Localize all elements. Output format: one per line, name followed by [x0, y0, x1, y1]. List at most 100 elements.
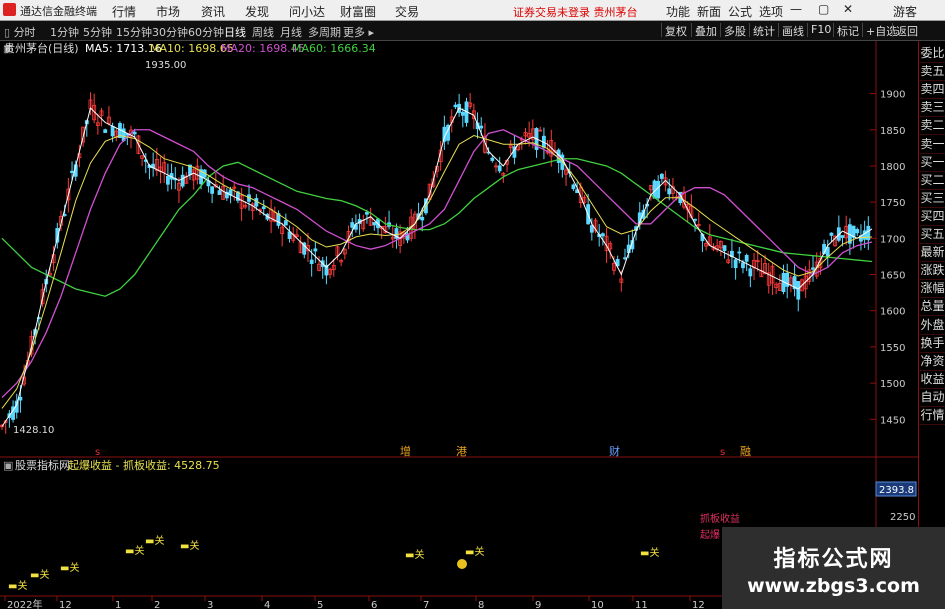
toolbar-mark-button[interactable]: 标记: [833, 23, 862, 38]
menu-item-options[interactable]: 选项: [759, 3, 783, 20]
indicator-signal: ▬关: [30, 568, 49, 581]
candle-body: [350, 222, 355, 228]
period-tab-more[interactable]: 更多 ▸: [343, 24, 374, 40]
toolbar-overlay-button[interactable]: 叠加: [691, 23, 720, 38]
candle-body: [18, 396, 23, 401]
price-tick-label: 1600: [880, 307, 905, 318]
indicator-signal-dot: [457, 559, 467, 569]
side-panel-item[interactable]: 收益: [920, 371, 945, 389]
indicator-signal: ▬关: [465, 545, 484, 558]
toolbar-multi-stock-button[interactable]: 多股: [720, 23, 749, 38]
side-panel-item[interactable]: 行情: [920, 407, 945, 425]
watermark: 指标公式网 www.zbgs3.com: [722, 527, 945, 609]
time-tick-label: 3: [207, 600, 213, 609]
side-panel-item[interactable]: 委比: [920, 45, 945, 63]
price-tick-label: 1850: [880, 126, 905, 137]
period-tab-monthly[interactable]: 月线: [280, 24, 302, 40]
candle-body: [490, 157, 495, 161]
menu-item-new-page[interactable]: 新面: [697, 3, 721, 20]
side-panel-item[interactable]: 买二: [920, 172, 945, 190]
toolbar-back-button[interactable]: 返回: [892, 23, 921, 38]
menu-item-trade[interactable]: 交易: [395, 3, 419, 20]
candle-body: [210, 186, 215, 194]
candle-body: [829, 232, 834, 236]
side-panel-item[interactable]: 卖一: [920, 136, 945, 154]
side-panel-item[interactable]: 自动: [920, 389, 945, 407]
candle-body: [796, 281, 801, 300]
side-panel-item[interactable]: 卖二: [920, 117, 945, 136]
candle-body: [313, 248, 318, 252]
toolbar-stats-button[interactable]: 统计: [749, 23, 778, 38]
maximize-icon[interactable]: ▢: [818, 2, 829, 16]
side-panel-item[interactable]: 买三: [920, 190, 945, 208]
chart-grid: [870, 93, 876, 420]
period-tab-60min[interactable]: 60分钟: [188, 24, 224, 40]
app-logo-icon: [3, 3, 16, 16]
candle-body: [737, 251, 742, 254]
candle-body: [855, 229, 860, 234]
close-icon[interactable]: ✕: [843, 2, 853, 16]
indicator-name: 股票指标网: [15, 458, 70, 472]
side-panel-item[interactable]: 买一: [920, 154, 945, 172]
event-marker-s1: s: [95, 447, 100, 458]
user-guest[interactable]: 游客: [893, 3, 917, 20]
period-tab-5min[interactable]: 5分钟: [83, 24, 112, 40]
price-tick-label: 1800: [880, 162, 905, 173]
side-panel-item[interactable]: 最新: [920, 244, 945, 263]
event-marker-gang: 港: [456, 445, 467, 458]
watermark-url: www.zbgs3.com: [747, 575, 920, 597]
time-tick-label: 4: [264, 600, 270, 609]
candle-body: [110, 125, 115, 137]
toolbar-draw-button[interactable]: 画线: [778, 23, 807, 38]
menu-item-market[interactable]: 市场: [156, 3, 180, 20]
indicator-label-burst: 起爆: [700, 529, 720, 541]
side-panel-item[interactable]: 卖五: [920, 63, 945, 82]
candle-body: [623, 257, 627, 260]
side-panel-item[interactable]: 净资: [920, 353, 945, 371]
candle-body: [862, 230, 867, 240]
candle-body: [840, 235, 845, 238]
app-name: 通达信金融终端: [20, 5, 97, 18]
price-tick-label: 1750: [880, 198, 905, 209]
menu-item-wenxiaoda[interactable]: 问小达: [289, 3, 325, 20]
side-panel-item[interactable]: 外盘: [920, 317, 945, 335]
candle-body: [659, 173, 664, 179]
side-panel-item[interactable]: 买四: [920, 208, 945, 226]
low-annotation: 1428.10: [13, 425, 54, 436]
period-tab-15min[interactable]: 15分钟: [116, 24, 152, 40]
menu-item-discover[interactable]: 发现: [245, 3, 269, 20]
side-panel-item[interactable]: 卖四: [920, 81, 945, 100]
period-tab-daily[interactable]: 日线: [224, 24, 246, 40]
side-panel-item[interactable]: 买五: [920, 226, 945, 244]
candle-body: [667, 188, 672, 195]
time-tick-label: 8: [478, 600, 484, 609]
kline-chart[interactable]: 1900 1850 1800 1750 1700 1650 1600 1550 1500 1450…: [0, 41, 918, 609]
legend-name: 贵州茅台(日线): [4, 41, 79, 55]
candle-body: [70, 170, 74, 174]
menu-item-formula[interactable]: 公式: [728, 3, 752, 20]
menu-item-wealth-circle[interactable]: 财富圈: [340, 3, 376, 20]
candle-body: [744, 254, 749, 262]
indicator-collapse-icon[interactable]: ▣: [3, 459, 13, 472]
toolbar-f10-button[interactable]: F10: [807, 23, 834, 37]
period-tab-weekly[interactable]: 周线: [252, 24, 274, 40]
login-notice[interactable]: 证券交易未登录 贵州茅台: [513, 4, 638, 20]
side-panel-item[interactable]: 换手: [920, 335, 945, 353]
time-tick-label: 6: [371, 600, 377, 609]
price-tick-label: 1550: [880, 343, 905, 354]
period-tab-multi[interactable]: 多周期: [308, 24, 341, 40]
menu-item-quotes[interactable]: 行情: [112, 3, 136, 20]
side-panel-item[interactable]: 涨幅: [920, 280, 945, 299]
indicator-signal: ▬关: [405, 548, 424, 561]
time-tick-label: 9: [535, 600, 541, 609]
period-tab-30min[interactable]: 30分钟: [152, 24, 188, 40]
side-panel-item[interactable]: 涨跌: [920, 262, 945, 281]
period-tab-1min[interactable]: 1分钟: [50, 24, 79, 40]
menu-item-news[interactable]: 资讯: [201, 3, 225, 20]
toolbar-adjust-button[interactable]: 复权: [661, 23, 690, 38]
menu-item-function[interactable]: 功能: [666, 3, 690, 20]
period-tab-intraday[interactable]: ▯ 分时: [4, 24, 36, 40]
side-panel-item[interactable]: 卖三: [920, 99, 945, 118]
minimize-icon[interactable]: —: [790, 2, 802, 16]
side-panel-item[interactable]: 总量: [920, 298, 945, 317]
